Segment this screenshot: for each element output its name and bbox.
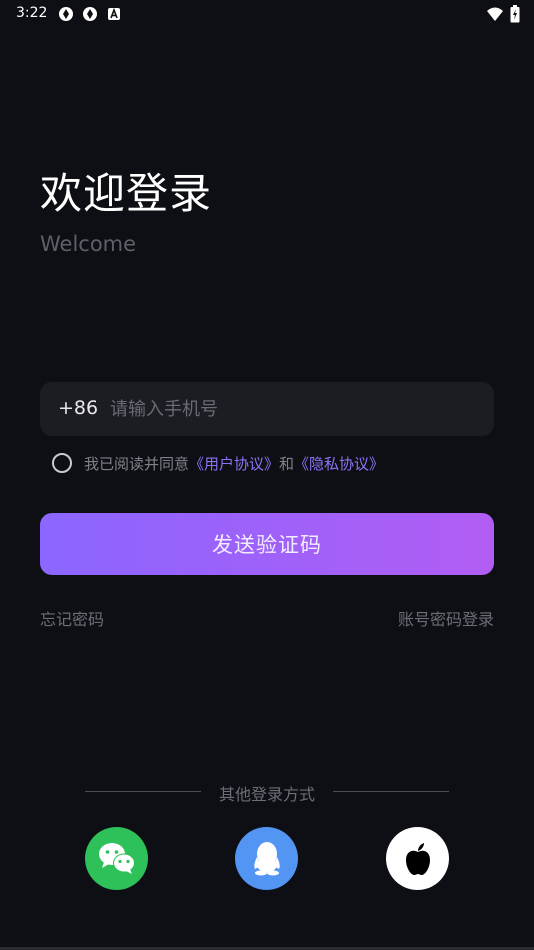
agreement-prefix: 我已阅读并同意 [84, 454, 190, 473]
apple-login-button[interactable] [386, 827, 449, 890]
page-title: 欢迎登录 [40, 169, 213, 218]
privacy-policy-link[interactable]: 《隐私协议》 [294, 453, 384, 474]
qq-icon [253, 841, 280, 875]
send-code-button[interactable]: 发送验证码 [40, 513, 494, 575]
wifi-icon [487, 7, 503, 21]
sync-icon [59, 7, 73, 21]
password-login-link[interactable]: 账号密码登录 [398, 606, 494, 630]
status-notification-icons [58, 6, 122, 22]
phone-input[interactable] [110, 392, 480, 426]
login-screen: 3:22 欢迎登录 Welcome +86 请输入手机号 我已阅读并同意 《用户… [0, 0, 534, 950]
qq-login-button[interactable] [235, 827, 298, 890]
page-subtitle: Welcome [40, 232, 137, 256]
battery-charging-icon [510, 5, 520, 23]
country-code[interactable]: +86 [58, 397, 98, 419]
other-login-title: 其他登录方式 [218, 785, 315, 804]
status-system-icons [486, 5, 520, 23]
divider-right [333, 791, 449, 792]
agreement-checkbox[interactable] [52, 453, 72, 473]
agreement-joiner: 和 [279, 454, 295, 473]
sync-icon [83, 7, 97, 21]
phone-field[interactable]: +86 [40, 382, 494, 436]
agreement-row: 我已阅读并同意 《用户协议》 和 《隐私协议》 [52, 452, 384, 474]
forgot-password-link[interactable]: 忘记密码 [40, 606, 104, 630]
wechat-icon [98, 842, 135, 874]
user-agreement-link[interactable]: 《用户协议》 [189, 453, 279, 474]
apple-icon [405, 842, 430, 875]
wechat-login-button[interactable] [85, 827, 148, 890]
status-time: 3:22 [16, 5, 48, 21]
status-bar: 3:22 [0, 0, 534, 28]
notification-a-icon [108, 7, 120, 20]
